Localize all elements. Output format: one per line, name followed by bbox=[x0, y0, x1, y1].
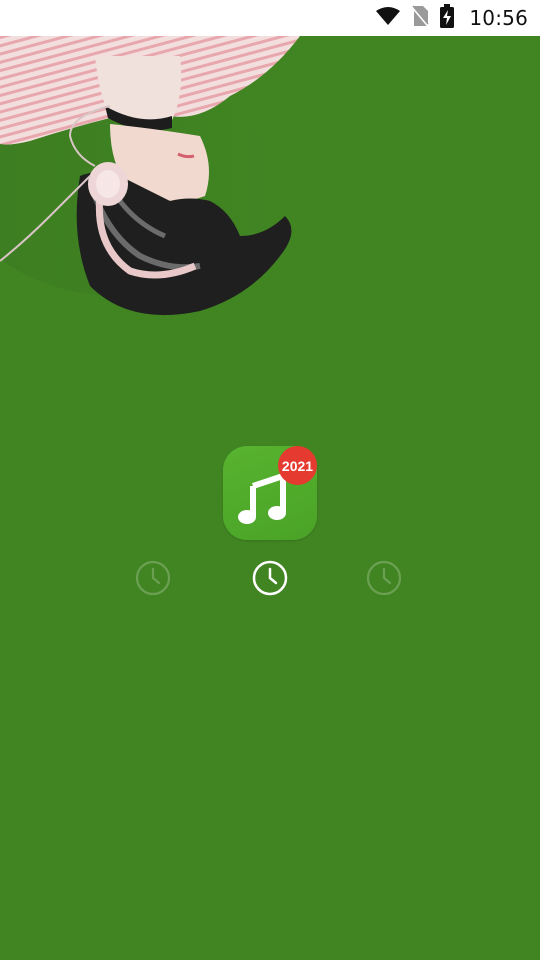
no-sim-icon bbox=[411, 5, 430, 31]
splash-screen: 10:56 2021 bbox=[0, 0, 540, 960]
clock-icon bbox=[251, 559, 289, 597]
status-time: 10:56 bbox=[469, 6, 528, 30]
status-bar: 10:56 bbox=[0, 0, 540, 36]
clock-icon bbox=[134, 559, 172, 597]
wifi-icon bbox=[375, 6, 401, 30]
clock-icon bbox=[365, 559, 403, 597]
year-badge: 2021 bbox=[278, 446, 317, 485]
hero-image bbox=[0, 36, 330, 336]
status-icons: 10:56 bbox=[375, 0, 528, 36]
battery-charging-icon bbox=[439, 4, 455, 32]
